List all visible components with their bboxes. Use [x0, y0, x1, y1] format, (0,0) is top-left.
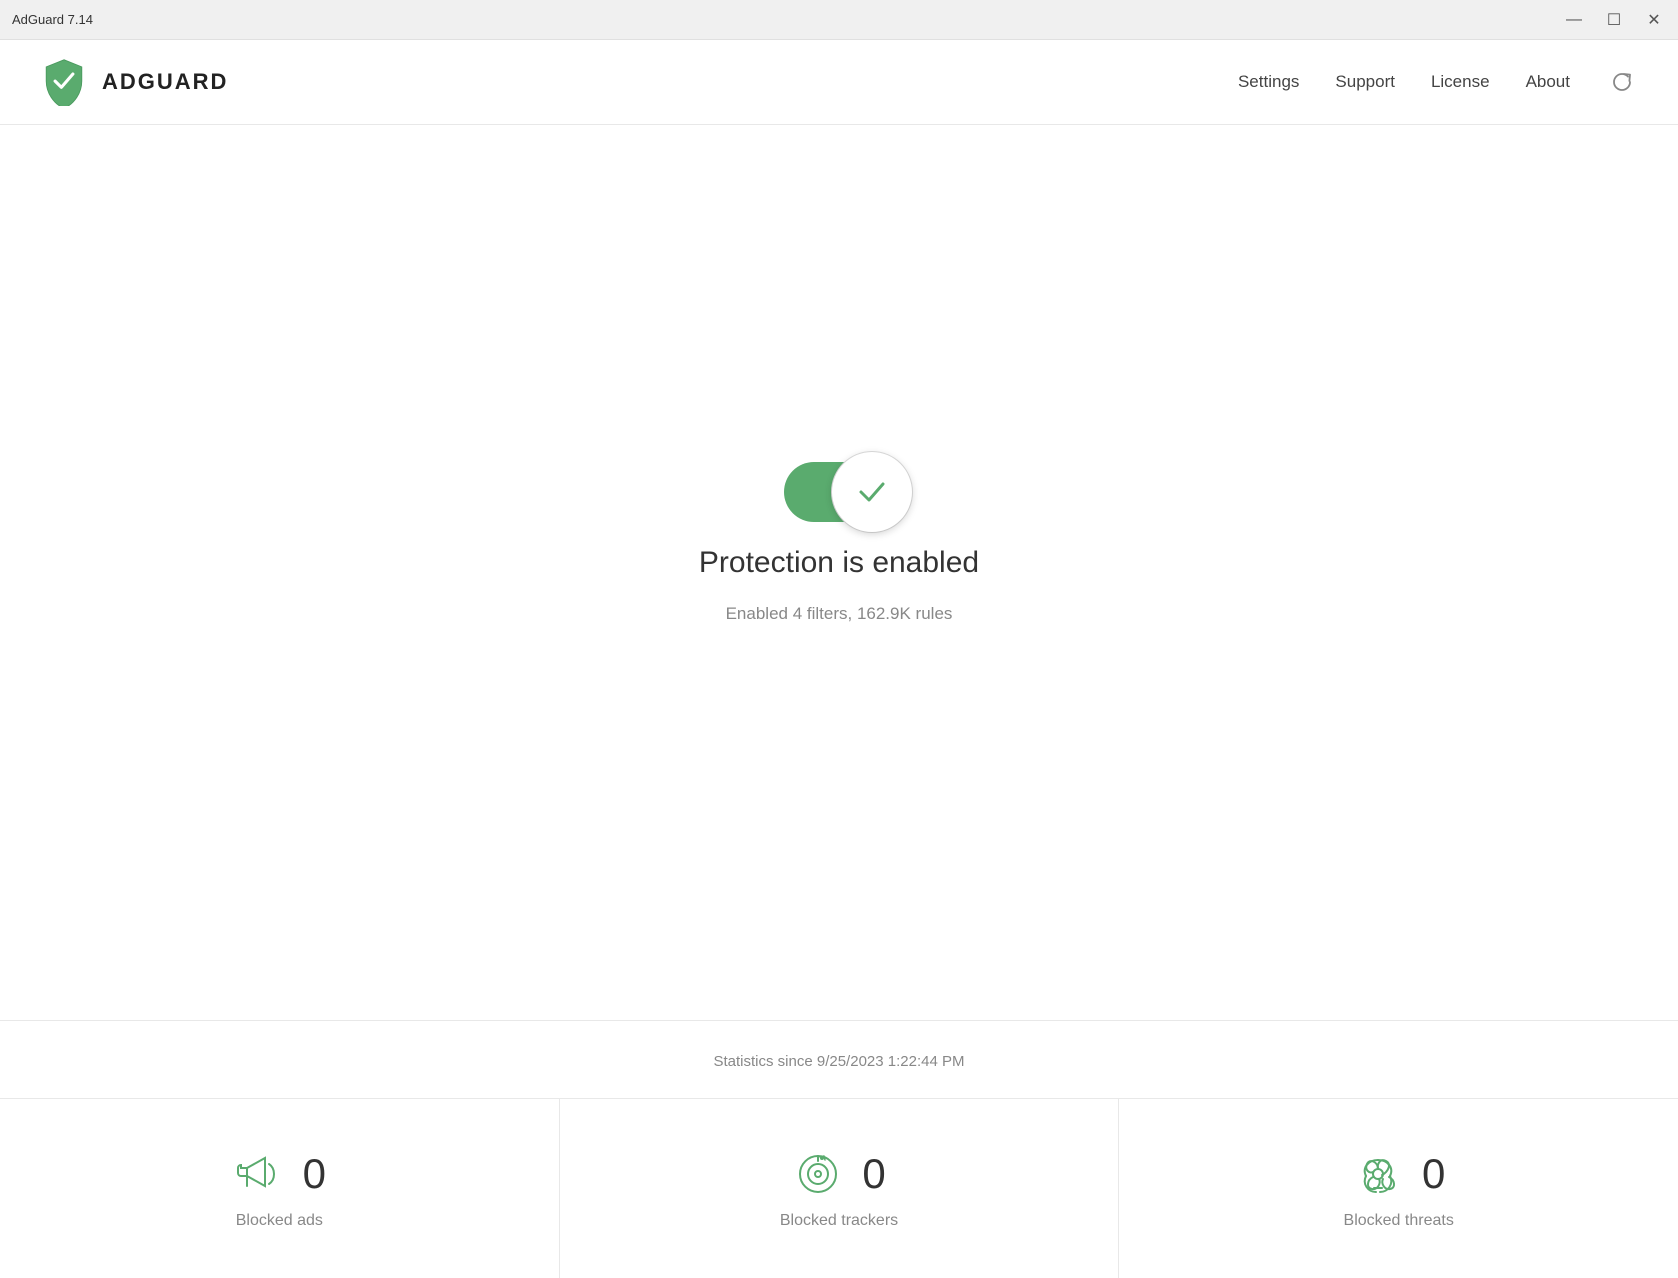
window-title: AdGuard 7.14 [12, 12, 93, 27]
blocked-ads-label: Blocked ads [236, 1212, 323, 1230]
protection-toggle[interactable] [784, 462, 894, 522]
statistics-since: Statistics since 9/25/2023 1:22:44 PM [0, 1021, 1678, 1098]
adguard-logo-icon [40, 58, 88, 106]
nav-links: Settings Support License About [1238, 66, 1638, 98]
megaphone-icon [233, 1148, 285, 1200]
minimize-button[interactable]: — [1562, 8, 1586, 32]
refresh-icon [1610, 70, 1634, 94]
toggle-container[interactable] [784, 462, 894, 522]
settings-nav[interactable]: Settings [1238, 72, 1299, 92]
statistics-grid: 0 Blocked ads [0, 1098, 1678, 1278]
blocked-trackers-count: 0 [862, 1150, 885, 1198]
maximize-button[interactable]: ☐ [1602, 8, 1626, 32]
header: ADGUARD Settings Support License About [0, 40, 1678, 125]
blocked-ads-count-row: 0 [233, 1148, 326, 1200]
blocked-threats-count: 0 [1422, 1150, 1445, 1198]
protection-status-text: Protection is enabled [699, 546, 979, 580]
title-bar: AdGuard 7.14 — ☐ ✕ [0, 0, 1678, 40]
blocked-threats-label: Blocked threats [1344, 1212, 1454, 1230]
about-nav[interactable]: About [1526, 72, 1570, 92]
blocked-threats-count-row: 0 [1352, 1148, 1445, 1200]
main-content: Protection is enabled Enabled 4 filters,… [0, 125, 1678, 1278]
license-nav[interactable]: License [1431, 72, 1490, 92]
blocked-trackers-count-row: 0 [792, 1148, 885, 1200]
refresh-button[interactable] [1606, 66, 1638, 98]
window-controls: — ☐ ✕ [1562, 8, 1666, 32]
blocked-ads-count: 0 [303, 1150, 326, 1198]
app-window: AdGuard 7.14 — ☐ ✕ ADGUARD Settings Supp… [0, 0, 1678, 1278]
protection-subtitle: Enabled 4 filters, 162.9K rules [726, 604, 953, 624]
blocked-ads-cell: 0 Blocked ads [0, 1099, 560, 1278]
support-nav[interactable]: Support [1335, 72, 1395, 92]
blocked-trackers-cell: 0 Blocked trackers [560, 1099, 1120, 1278]
blocked-trackers-label: Blocked trackers [780, 1212, 898, 1230]
close-button[interactable]: ✕ [1642, 8, 1666, 32]
blocked-threats-cell: 0 Blocked threats [1119, 1099, 1678, 1278]
tracker-icon [792, 1148, 844, 1200]
biohazard-icon [1352, 1148, 1404, 1200]
toggle-knob [832, 452, 912, 532]
check-icon [854, 474, 890, 510]
statistics-section: Statistics since 9/25/2023 1:22:44 PM 0 [0, 1020, 1678, 1278]
logo-area: ADGUARD [40, 58, 228, 106]
logo-text: ADGUARD [102, 69, 228, 95]
protection-section: Protection is enabled Enabled 4 filters,… [699, 125, 979, 1020]
protection-title: Protection is enabled [699, 546, 979, 580]
